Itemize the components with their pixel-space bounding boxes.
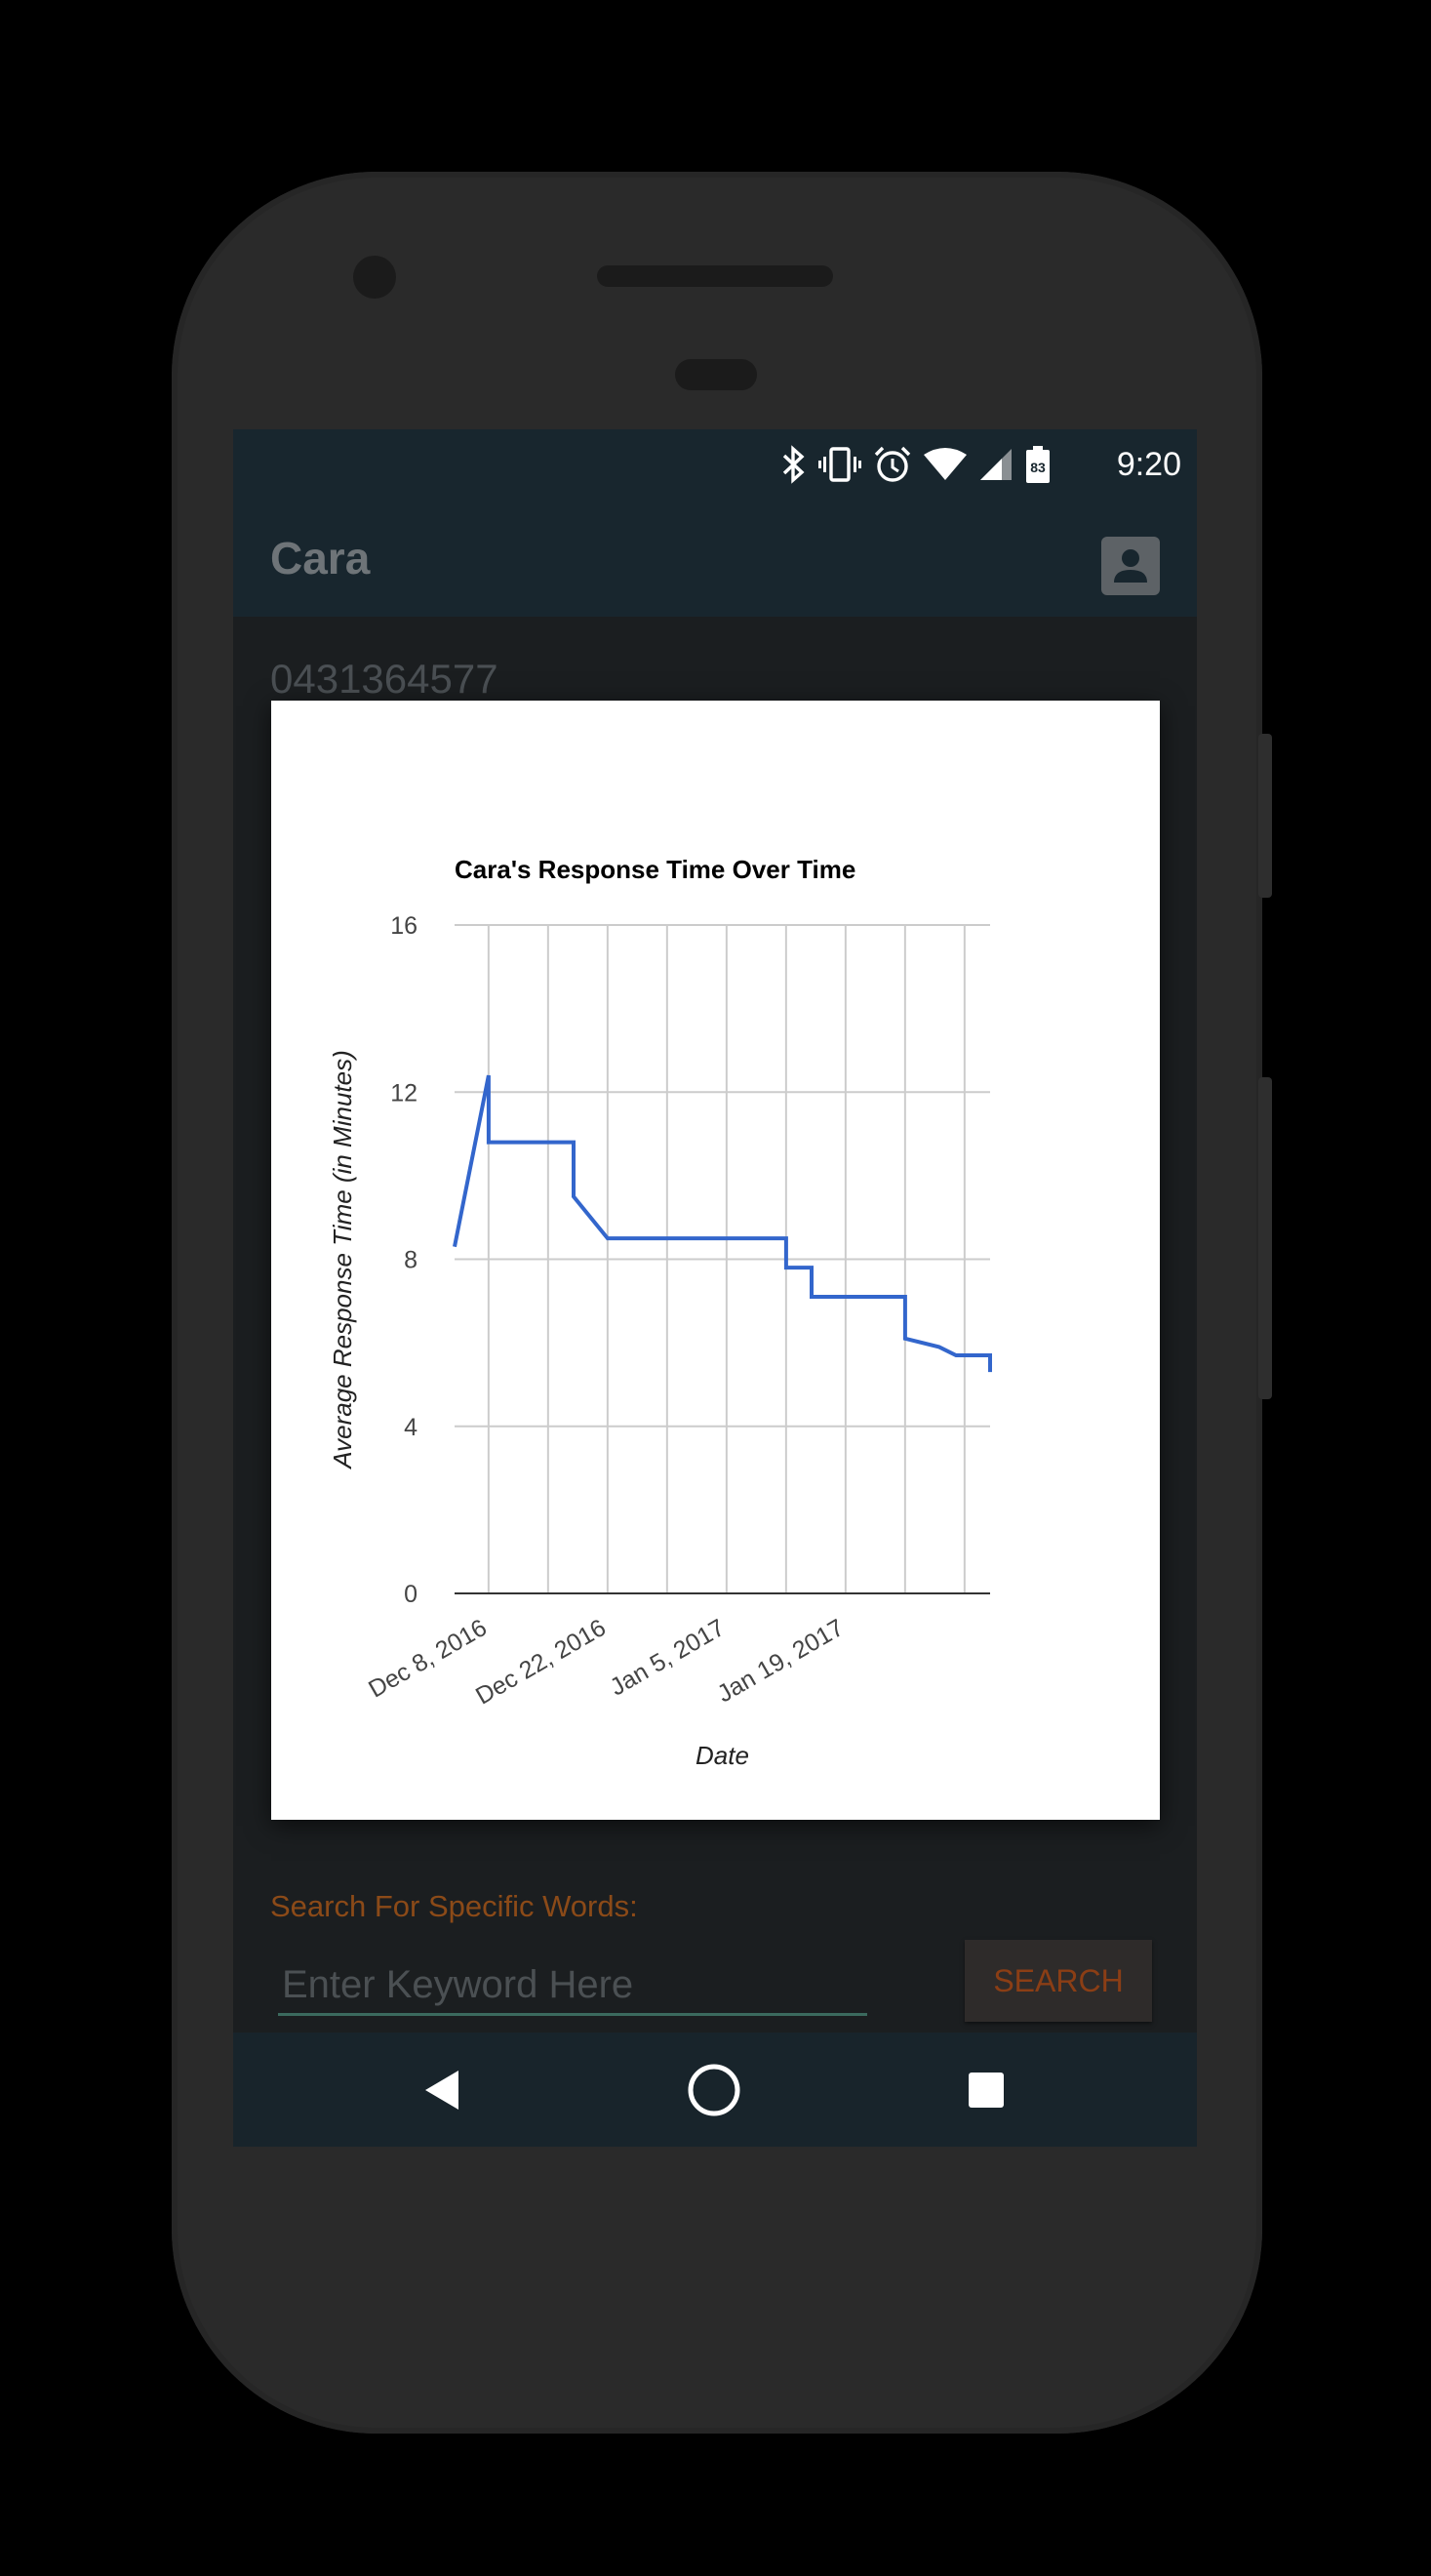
x-tick-label: Dec 22, 2016 [471,1614,611,1711]
app-bar: Cara [233,500,1197,617]
keyword-input[interactable] [278,1957,867,2016]
earpiece-speaker [597,265,833,287]
front-camera [353,256,396,299]
volume-button[interactable] [1258,1077,1272,1399]
y-tick-label: 12 [390,1079,417,1107]
account-box-icon[interactable] [1101,537,1160,595]
y-tick-label: 0 [404,1581,417,1608]
navigation-bar [233,2033,1197,2147]
wifi-icon [924,447,967,482]
search-button[interactable]: SEARCH [965,1940,1152,2022]
proximity-sensor [675,359,757,390]
bluetooth-icon [781,445,807,484]
status-time: 9:20 [1116,446,1181,483]
alarm-icon [873,445,912,484]
status-bar: 83 9:20 [233,429,1197,500]
back-triangle-icon[interactable] [389,2033,497,2147]
y-axis-title: Average Response Time (in Minutes) [328,1050,357,1469]
x-tick-label: Jan 19, 2017 [713,1614,849,1709]
signal-icon [978,447,1014,482]
phone-number: 0431364577 [270,656,498,702]
battery-icon: 83 [1025,445,1051,484]
power-button[interactable] [1258,734,1272,898]
response-time-chart: 0481216Dec 8, 2016Dec 22, 2016Jan 5, 201… [328,912,992,1770]
x-tick-label: Jan 5, 2017 [606,1614,730,1702]
y-tick-label: 4 [404,1414,417,1441]
chart-dialog: Cara's Response Time Over Time 0 4 8 12 16 De… [271,701,1160,1820]
y-tick-label: 8 [404,1247,417,1274]
y-tick-label: 16 [390,912,417,940]
vibrate-icon [818,445,861,484]
app-title: Cara [270,533,371,584]
home-circle-icon[interactable] [660,2033,768,2147]
search-label: Search For Specific Words: [270,1889,638,1923]
recents-square-icon[interactable] [933,2033,1040,2147]
series-line [453,1074,992,1373]
x-axis-title: Date [696,1741,749,1770]
battery-level: 83 [1030,460,1046,475]
